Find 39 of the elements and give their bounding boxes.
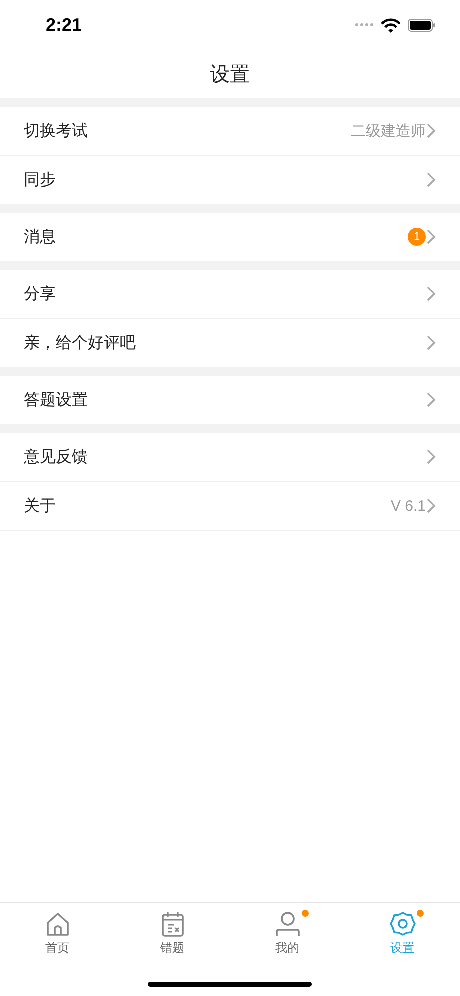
tab-button[interactable]: 首页	[0, 911, 115, 957]
chevron-icon	[426, 123, 436, 139]
chevron-icon	[426, 172, 436, 188]
row-label: 切换考试	[24, 120, 89, 142]
settings-icon	[390, 911, 416, 937]
signal-icon	[355, 22, 374, 28]
row-label: 消息	[24, 226, 57, 248]
settings-row[interactable]: 关于 V 6.1	[0, 482, 460, 531]
row-label: 分享	[24, 284, 57, 304]
settings-row[interactable]: 分享	[0, 270, 460, 319]
chevron-icon	[426, 498, 436, 514]
settings-row[interactable]: 同步	[0, 156, 460, 204]
row-label: 意见反馈	[24, 446, 89, 468]
page-title: 设置	[210, 60, 250, 88]
wifi-icon	[381, 18, 401, 32]
row-label: 关于	[24, 496, 57, 516]
row-label: 亲，给个好评吧	[24, 332, 137, 354]
count-badge: 1	[408, 228, 426, 246]
chevron-icon	[426, 392, 436, 408]
calendar-icon	[160, 911, 186, 937]
settings-row[interactable]: 答题设置	[0, 376, 460, 424]
chevron-icon	[426, 229, 436, 245]
tab-button[interactable]: 错题	[115, 911, 230, 957]
chevron-icon	[426, 335, 436, 351]
settings-row[interactable]: 切换考试 二级建造师	[0, 107, 460, 156]
row-value: V 6.1	[390, 498, 426, 514]
home-icon	[44, 911, 70, 937]
chevron-icon	[426, 286, 436, 302]
settings-row[interactable]: 消息 1	[0, 213, 460, 261]
row-label: 答题设置	[24, 390, 89, 410]
tab-button[interactable]: 我的	[230, 911, 345, 957]
row-label: 同步	[24, 170, 57, 190]
person-icon	[274, 911, 300, 937]
status-time: 2:21	[46, 14, 82, 36]
chevron-icon	[426, 449, 436, 465]
settings-row[interactable]: 亲，给个好评吧	[0, 319, 460, 367]
row-value: 二级建造师	[351, 122, 426, 140]
settings-row[interactable]: 意见反馈	[0, 433, 460, 482]
battery-icon	[408, 18, 436, 32]
